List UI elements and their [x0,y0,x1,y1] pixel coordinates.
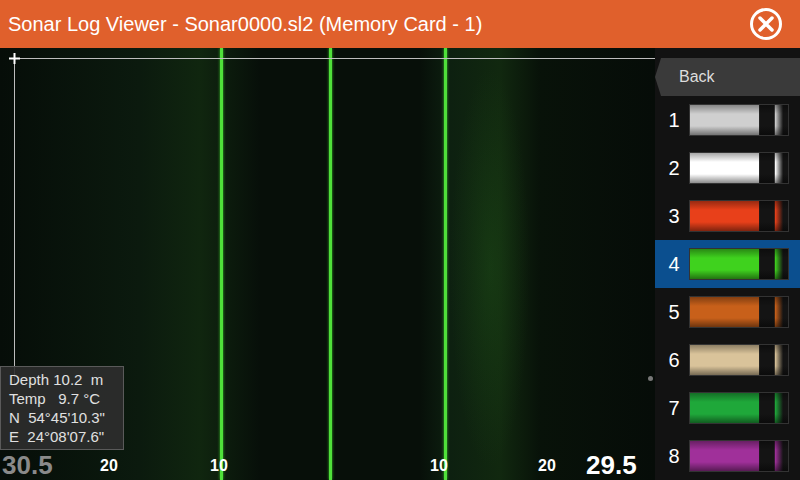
palette-number: 8 [667,441,681,471]
palette-thumbnail [689,152,789,184]
range-label: 10 [430,455,448,477]
palette-item[interactable]: 4 [655,240,800,288]
palette-item[interactable]: 3 [655,192,800,240]
cursor-line [14,58,655,59]
readout-line: E 24°08'07.6" [9,427,115,446]
cursor-line [14,58,15,384]
palette-thumbnail [689,296,789,328]
palette-item[interactable]: 6 [655,336,800,384]
readout-line: N 54°45'10.3" [9,408,115,427]
palette-thumbnail [689,440,789,472]
sonar-trace [220,48,223,480]
range-label: 10 [210,455,228,477]
readout-line: Depth 10.2 m [9,370,115,389]
palette-number: 7 [667,393,681,423]
palette-item[interactable]: 7 [655,384,800,432]
back-button[interactable]: Back [655,58,800,96]
range-label: 20 [538,455,556,477]
title-bar: Sonar Log Viewer - Sonar0000.sl2 (Memory… [0,0,800,48]
crosshair-icon [9,53,20,64]
palette-number: 1 [667,105,681,135]
palette-item[interactable]: 5 [655,288,800,336]
palette-thumbnail [689,104,789,136]
palette-number: 6 [667,345,681,375]
palette-thumbnail [689,344,789,376]
palette-item[interactable]: 8 [655,432,800,480]
palette-number: 2 [667,153,681,183]
palette-item[interactable]: 2 [655,144,800,192]
palette-list: 1 2 3 4 5 6 7 8 [655,96,800,480]
palette-sidebar: Back 1 2 3 4 5 6 7 8 [655,48,800,480]
readout-panel: Depth 10.2 mTemp 9.7 °CN 54°45'10.3"E 24… [0,366,124,450]
sonar-trace [444,48,447,480]
close-icon[interactable] [748,6,784,42]
scroll-dot [648,376,653,381]
palette-thumbnail [689,200,789,232]
palette-thumbnail [689,392,789,424]
sonar-trace [329,48,332,480]
window-title: Sonar Log Viewer - Sonar0000.sl2 (Memory… [8,9,482,39]
palette-thumbnail [689,248,789,280]
range-label: 29.5 [586,451,637,479]
readout-line: Temp 9.7 °C [9,389,115,408]
palette-item[interactable]: 1 [655,96,800,144]
sonar-view[interactable]: Depth 10.2 mTemp 9.7 °CN 54°45'10.3"E 24… [0,48,655,480]
palette-number: 5 [667,297,681,327]
sonar-log-viewer: Sonar Log Viewer - Sonar0000.sl2 (Memory… [0,0,800,480]
palette-number: 3 [667,201,681,231]
palette-number: 4 [667,249,681,279]
range-label: 30.5 [2,451,53,479]
range-label: 20 [100,455,118,477]
